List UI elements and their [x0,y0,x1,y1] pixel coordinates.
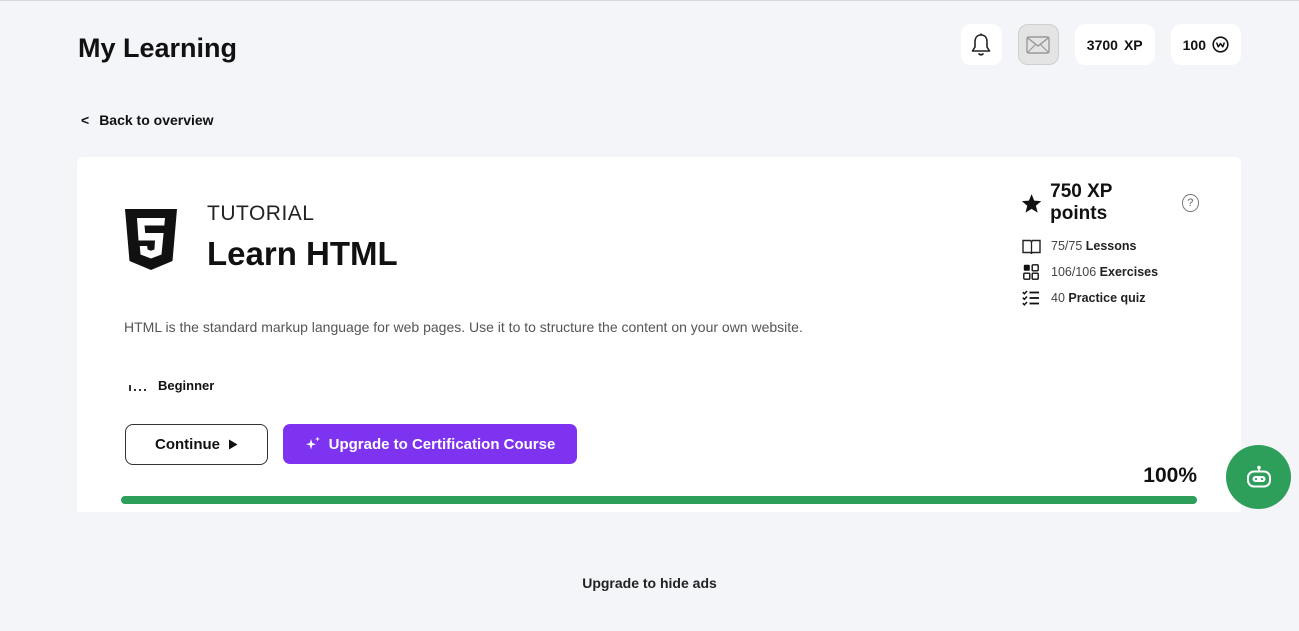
quiz-label: Practice quiz [1068,291,1146,305]
stat-practice-quiz: 40 Practice quiz [1021,285,1199,311]
coin-icon [1212,36,1229,53]
messages-button[interactable] [1017,24,1059,65]
progress-percent: 100% [1143,464,1197,487]
mail-icon [1026,35,1050,54]
coins-value: 100 [1182,36,1206,53]
robot-icon [1246,465,1271,488]
course-stats: 750 XP points ? 75/75 Lessons 106/106 Ex… [1021,181,1199,311]
star-icon [1021,193,1042,213]
level-label: Beginner [158,378,215,393]
back-link-label: Back to overview [99,112,214,128]
lessons-count: 75/75 [1051,239,1083,253]
upgrade-label: Upgrade to Certification Course [328,435,556,453]
bell-icon [971,33,991,56]
course-name: Learn HTML [207,235,398,272]
stat-exercises: 106/106 Exercises [1021,259,1199,285]
sparkle-icon [305,436,320,450]
top-actions: 3700 XP 100 [960,24,1241,65]
back-to-overview-link[interactable]: < Back to overview [81,112,214,128]
upgrade-hide-ads-link[interactable]: Upgrade to hide ads [0,575,1299,591]
quiz-count: 40 [1051,291,1065,305]
book-icon [1021,239,1041,254]
xp-value: 3700 [1086,36,1118,53]
stat-lessons: 75/75 Lessons [1021,233,1199,259]
continue-label: Continue [155,436,220,453]
upgrade-certification-button[interactable]: Upgrade to Certification Course [283,424,577,464]
exercises-count: 106/106 [1051,265,1097,279]
course-level: Beginner [129,378,214,393]
progress-fill [121,496,1197,504]
play-icon [229,439,238,450]
course-description: HTML is the standard markup language for… [124,319,803,335]
course-type: TUTORIAL [207,202,315,225]
xp-points-label: 750 XP points [1050,181,1113,224]
notifications-button[interactable] [960,24,1002,65]
coins-counter[interactable]: 100 [1170,24,1241,65]
xp-unit: XP [1123,36,1143,53]
help-icon[interactable]: ? [1181,194,1199,212]
level-bars-icon [129,381,146,391]
exercises-label: Exercises [1099,265,1159,279]
xp-points: 750 XP points ? [1021,181,1199,225]
xp-counter[interactable]: 3700 XP [1074,24,1155,65]
top-divider [0,0,1299,1]
html5-icon [125,209,177,270]
course-card: TUTORIAL Learn HTML 750 XP points ? 75/7… [77,157,1241,512]
back-arrow-icon: < [81,112,90,128]
page-title: My Learning [78,33,238,63]
lessons-label: Lessons [1085,239,1137,253]
chatbot-button[interactable] [1226,445,1291,509]
continue-button[interactable]: Continue [125,424,268,465]
progress-bar [121,496,1197,504]
exercises-icon [1023,264,1039,280]
checklist-icon [1022,290,1039,306]
